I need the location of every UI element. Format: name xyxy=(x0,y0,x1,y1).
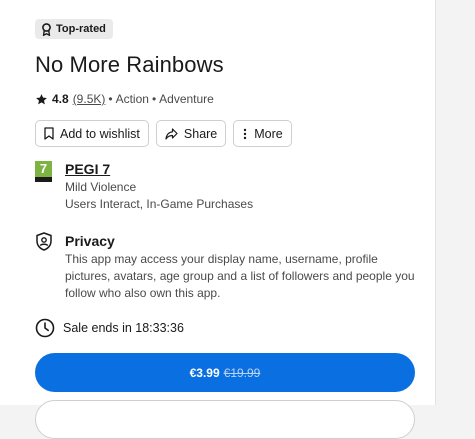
star-icon xyxy=(36,93,47,104)
more-label: More xyxy=(254,126,283,141)
privacy-shield-icon xyxy=(36,232,52,251)
separator: • xyxy=(151,92,157,106)
sale-text: Sale ends in 18:33:36 xyxy=(63,321,184,335)
secondary-button[interactable] xyxy=(35,400,415,439)
sale-price: €3.99 xyxy=(189,365,220,380)
pegi-title-link[interactable]: PEGI 7 xyxy=(65,160,253,178)
original-price: €19.99 xyxy=(223,365,261,380)
genre-adventure: Adventure xyxy=(159,92,214,106)
more-button[interactable]: More xyxy=(233,120,292,147)
sale-timer: Sale ends in 18:33:36 xyxy=(35,318,184,338)
pegi-section: 7 PEGI 7 Mild Violence Users Interact, I… xyxy=(35,160,253,213)
rating-count-link[interactable]: (9.5K) xyxy=(73,92,106,106)
buy-button[interactable]: €3.99 €19.99 xyxy=(35,353,415,392)
badge-label: Top-rated xyxy=(56,23,106,35)
add-to-wishlist-button[interactable]: Add to wishlist xyxy=(35,120,149,147)
privacy-description: This app may access your display name, u… xyxy=(65,252,415,300)
ribbon-icon xyxy=(42,22,51,36)
rating-value: 4.8 xyxy=(52,92,69,106)
bookmark-icon xyxy=(44,127,54,140)
separator: • xyxy=(108,92,113,106)
action-buttons: Add to wishlist Share More xyxy=(35,120,292,147)
pegi-badge-number: 7 xyxy=(39,161,48,176)
share-icon xyxy=(165,127,178,140)
privacy-title: Privacy xyxy=(65,233,115,249)
game-title: No More Rainbows xyxy=(35,52,224,77)
rating-row: 4.8 (9.5K) • Action • Adventure xyxy=(35,92,214,106)
game-details-card: Top-rated No More Rainbows 4.8 (9.5K) • … xyxy=(0,0,436,439)
pegi-descriptor: Users Interact, In-Game Purchases xyxy=(65,197,254,211)
pegi-rating-icon: 7 xyxy=(35,161,52,182)
share-button[interactable]: Share xyxy=(155,120,227,147)
share-label: Share xyxy=(183,126,218,141)
more-vertical-icon xyxy=(244,128,247,139)
clock-icon xyxy=(35,318,55,338)
pegi-descriptor: Mild Violence xyxy=(65,180,137,194)
wishlist-label: Add to wishlist xyxy=(60,126,140,141)
privacy-section: Privacy This app may access your display… xyxy=(35,232,415,302)
genre-action: Action xyxy=(115,92,149,106)
top-rated-badge: Top-rated xyxy=(35,19,113,39)
